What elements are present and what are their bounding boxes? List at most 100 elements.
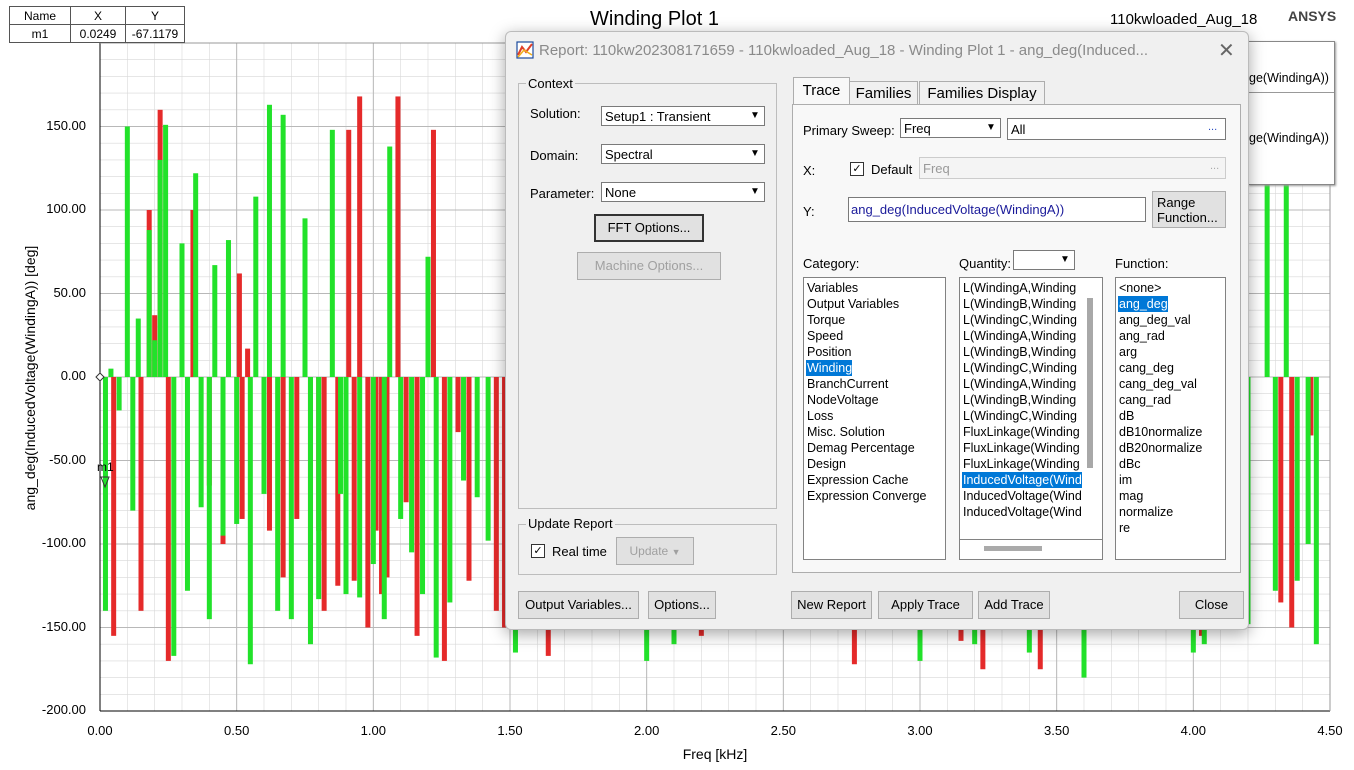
ellipsis-button[interactable]: ...	[1208, 121, 1217, 133]
quantity-item[interactable]: L(WindingC,Winding	[962, 312, 1077, 328]
y-tick-label: -200.00	[41, 702, 86, 717]
function-item[interactable]: ang_deg_val	[1118, 312, 1191, 328]
scroll-thumb[interactable]	[984, 546, 1042, 551]
close-icon[interactable]: ✕	[1218, 38, 1235, 63]
quantity-item[interactable]: FluxLinkage(Winding	[962, 440, 1080, 456]
new-report-button[interactable]: New Report	[791, 591, 872, 619]
output-variables-button[interactable]: Output Variables...	[518, 591, 639, 619]
bar-series-2	[409, 377, 415, 553]
bar-series-2	[234, 377, 240, 524]
function-item[interactable]: <none>	[1118, 280, 1161, 296]
trace-legend[interactable]: ge(WindingA)) ge(WindingA))	[1248, 41, 1335, 185]
primary-sweep-select[interactable]: Freq ▼	[900, 118, 1001, 138]
bar-series-1	[493, 377, 499, 611]
function-item[interactable]: re	[1118, 520, 1130, 536]
function-item[interactable]: normalize	[1118, 504, 1173, 520]
bar-series-2	[461, 377, 467, 481]
category-item[interactable]: Output Variables	[806, 296, 899, 312]
report-dialog[interactable]: Report: 110kw202308171659 - 110kwloaded_…	[505, 31, 1249, 630]
function-item[interactable]: dB	[1118, 408, 1134, 424]
primary-sweep-range[interactable]: All ...	[1007, 118, 1226, 140]
tab-families-display[interactable]: Families Display	[919, 81, 1045, 105]
parameter-select[interactable]: None ▼	[601, 182, 765, 202]
quantity-vscroll-thumb[interactable]	[1087, 298, 1093, 468]
function-item[interactable]: cang_deg_val	[1118, 376, 1197, 392]
function-item[interactable]: dB10normalize	[1118, 424, 1202, 440]
function-item[interactable]: cang_deg	[1118, 360, 1174, 376]
function-item[interactable]: dBc	[1118, 456, 1141, 472]
quantity-list[interactable]: L(WindingA,Winding L(WindingB,Winding L(Wi…	[959, 277, 1103, 540]
bar-series-1	[357, 96, 363, 377]
fft-options-button[interactable]: FFT Options...	[594, 214, 704, 242]
category-item[interactable]: Variables	[806, 280, 858, 296]
category-item[interactable]: Winding	[806, 360, 853, 376]
function-item[interactable]: ang_deg	[1118, 296, 1168, 312]
function-item[interactable]: mag	[1118, 488, 1143, 504]
category-item[interactable]: Expression Converge	[806, 488, 927, 504]
function-item[interactable]: im	[1118, 472, 1132, 488]
update-report-label: Update Report	[526, 516, 615, 531]
category-item[interactable]: Expression Cache	[806, 472, 908, 488]
quantity-item[interactable]: L(WindingA,Winding	[962, 328, 1076, 344]
machine-options-button[interactable]: Machine Options...	[577, 252, 721, 280]
x-default-checkbox[interactable]: ✓	[850, 162, 864, 176]
category-item[interactable]: Loss	[806, 408, 833, 424]
bar-series-2	[146, 230, 152, 377]
dialog-titlebar[interactable]: Report: 110kw202308171659 - 110kwloaded_…	[506, 32, 1248, 68]
category-item[interactable]: Design	[806, 456, 846, 472]
function-item[interactable]: dB20normalize	[1118, 440, 1202, 456]
tab-families[interactable]: Families	[849, 81, 918, 105]
close-button[interactable]: Close	[1179, 591, 1244, 619]
bar-series-2	[302, 218, 308, 377]
category-item[interactable]: NodeVoltage	[806, 392, 879, 408]
quantity-item[interactable]: L(WindingA,Winding	[962, 376, 1076, 392]
function-item[interactable]: ang_rad	[1118, 328, 1165, 344]
bar-series-2	[102, 377, 108, 611]
category-item[interactable]: Position	[806, 344, 851, 360]
tab-trace[interactable]: Trace	[793, 77, 850, 105]
y-tick-label: -100.00	[41, 535, 86, 550]
domain-value: Spectral	[605, 147, 653, 162]
category-list[interactable]: Variables Output Variables Torque Speed Posi…	[803, 277, 946, 560]
quantity-item[interactable]: L(WindingC,Winding	[962, 408, 1077, 424]
quantity-item[interactable]: InducedVoltage(Wind	[962, 504, 1082, 520]
x-tick-label: 3.50	[1044, 723, 1070, 738]
solution-select[interactable]: Setup1 : Transient ▼	[601, 106, 765, 126]
domain-select[interactable]: Spectral ▼	[601, 144, 765, 164]
quantity-item[interactable]: InducedVoltage(Wind	[962, 488, 1082, 504]
quantity-hscroll[interactable]	[959, 540, 1103, 560]
bar-series-1	[239, 377, 245, 519]
x-expression-field[interactable]: Freq ...	[919, 157, 1226, 179]
quantity-filter-select[interactable]: ▼	[1013, 250, 1075, 270]
bar-series-2	[179, 243, 185, 377]
ellipsis-button[interactable]: ...	[1210, 160, 1219, 172]
category-item[interactable]: Demag Percentage	[806, 440, 915, 456]
options-button[interactable]: Options...	[648, 591, 716, 619]
realtime-checkbox[interactable]: ✓	[531, 544, 545, 558]
apply-trace-button[interactable]: Apply Trace	[878, 591, 973, 619]
category-item[interactable]: BranchCurrent	[806, 376, 888, 392]
primary-sweep-value: Freq	[904, 121, 931, 136]
quantity-item[interactable]: FluxLinkage(Winding	[962, 424, 1080, 440]
bar-series-1	[138, 377, 144, 611]
update-button[interactable]: Update ▼	[616, 537, 694, 565]
y-expression-field[interactable]: ang_deg(InducedVoltage(WindingA))	[848, 197, 1146, 222]
marker-table[interactable]: Name X Y m1 0.0249 -67.1179	[9, 6, 185, 43]
add-trace-button[interactable]: Add Trace	[978, 591, 1050, 619]
category-item[interactable]: Torque	[806, 312, 845, 328]
quantity-item[interactable]: L(WindingB,Winding	[962, 392, 1076, 408]
function-list[interactable]: <none> ang_deg ang_deg_val ang_rad arg cang_d…	[1115, 277, 1226, 560]
bar-series-2	[485, 377, 491, 541]
quantity-item[interactable]: FluxLinkage(Winding	[962, 456, 1080, 472]
quantity-item[interactable]: L(WindingB,Winding	[962, 296, 1076, 312]
quantity-item[interactable]: L(WindingC,Winding	[962, 360, 1077, 376]
range-function-button[interactable]: Range Function...	[1152, 191, 1226, 228]
x-label: X:	[803, 163, 816, 178]
category-item[interactable]: Speed	[806, 328, 843, 344]
quantity-item[interactable]: InducedVoltage(Wind	[962, 472, 1082, 488]
quantity-item[interactable]: L(WindingB,Winding	[962, 344, 1076, 360]
function-item[interactable]: arg	[1118, 344, 1137, 360]
function-item[interactable]: cang_rad	[1118, 392, 1171, 408]
category-item[interactable]: Misc. Solution	[806, 424, 885, 440]
quantity-item[interactable]: L(WindingA,Winding	[962, 280, 1076, 296]
